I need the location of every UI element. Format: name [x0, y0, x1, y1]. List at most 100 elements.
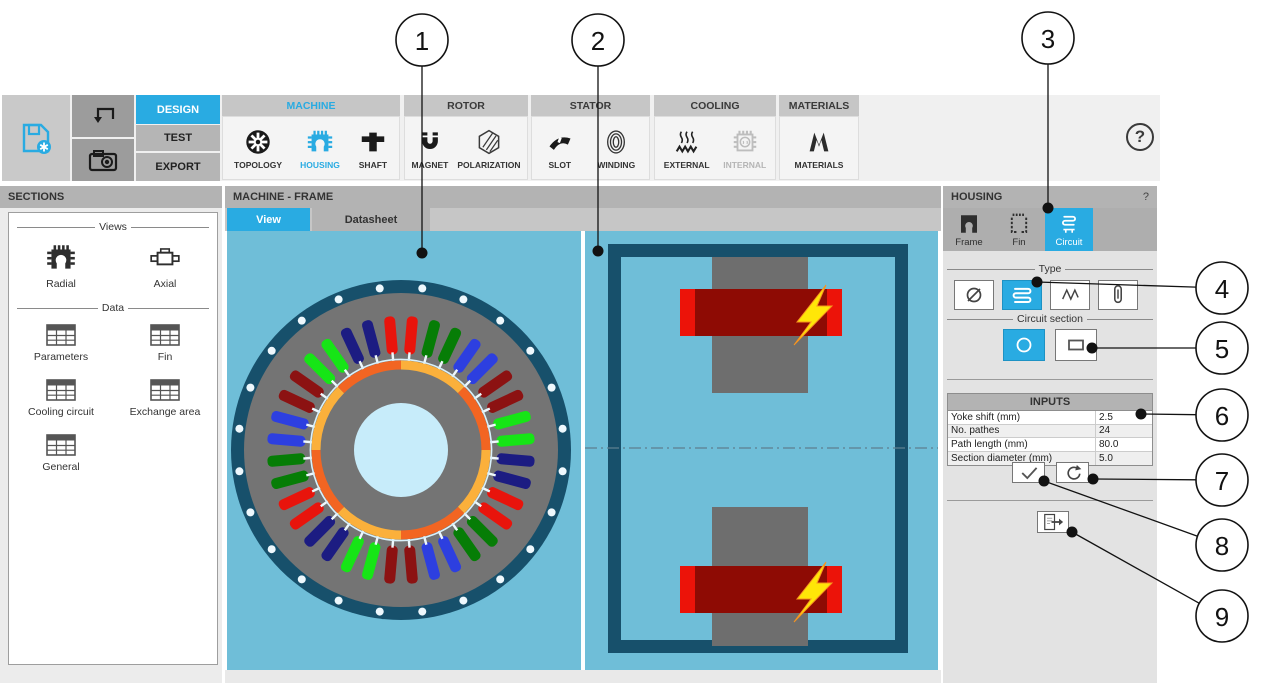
apply-button[interactable] [1012, 462, 1045, 483]
tab-datasheet[interactable]: Datasheet [312, 208, 430, 231]
data-item-general[interactable]: General [13, 432, 109, 473]
rect-section-icon [1068, 339, 1084, 351]
ribbon-item-label: SHAFT [358, 160, 388, 170]
ribbon-item-label: MATERIALS [794, 160, 844, 170]
table-row: Yoke shift (mm) 2.5 [948, 411, 1152, 425]
mode-tab-test[interactable]: TEST [136, 125, 220, 151]
housing-icon [305, 126, 335, 158]
export-report-button[interactable] [1037, 511, 1069, 533]
type-button-serpentine[interactable] [1002, 280, 1042, 310]
help-button[interactable]: ? [1126, 123, 1154, 151]
circle-section-icon [1016, 337, 1032, 353]
svg-text:8: 8 [1215, 531, 1229, 561]
screenshot-button[interactable] [72, 139, 134, 181]
camera-icon [88, 150, 118, 172]
data-item-fin[interactable]: Fin [117, 322, 213, 363]
materials-icon [804, 126, 834, 158]
housing-tab-frame[interactable]: Frame [945, 208, 993, 251]
axial-view-pane[interactable] [585, 231, 938, 670]
shaft-icon [358, 126, 388, 158]
save-button[interactable] [2, 95, 70, 181]
magnet-icon [416, 126, 444, 158]
input-value-path-length[interactable]: 80.0 [1096, 438, 1152, 451]
circuit-section-label: Circuit section [1017, 313, 1083, 325]
wave-icon [1062, 288, 1079, 301]
housing-tab-fin[interactable]: Fin [995, 208, 1043, 251]
no-circuit-icon [966, 287, 982, 303]
data-label: Data [101, 302, 125, 314]
ribbon-group-cooling: COOLING EXTERNAL INTERNAL [654, 95, 776, 180]
type-button-wave[interactable] [1050, 280, 1090, 310]
data-item-label: Parameters [33, 351, 89, 363]
ribbon-item-topology[interactable]: TOPOLOGY [234, 126, 282, 170]
axial-machine-figure [585, 244, 938, 653]
sections-panel-body: Views Radial Axial Data Parameters Fin C… [8, 212, 218, 665]
data-item-label: General [42, 461, 80, 473]
svg-text:1: 1 [415, 26, 429, 56]
view-item-radial[interactable]: Radial [13, 241, 109, 290]
housing-tab-label: Frame [955, 236, 983, 248]
housing-tab-circuit[interactable]: Circuit [1045, 208, 1093, 251]
data-item-parameters[interactable]: Parameters [13, 322, 109, 363]
ribbon-item-shaft[interactable]: SHAFT [358, 126, 388, 170]
table-icon [46, 379, 76, 401]
section-button-circular[interactable] [1003, 329, 1045, 361]
data-item-cooling-circuit[interactable]: Cooling circuit [13, 377, 109, 418]
canvas-bottom-strip [225, 670, 941, 683]
type-button-none[interactable] [954, 280, 994, 310]
ribbon-item-internal-cooling[interactable]: INTERNAL [723, 126, 766, 170]
mode-tab-design[interactable]: DESIGN [136, 95, 220, 124]
internal-cooling-icon [730, 126, 760, 158]
group-title: ROTOR [404, 95, 528, 116]
reset-button[interactable] [1056, 462, 1089, 483]
winding-icon [602, 126, 630, 158]
input-value-yoke-shift[interactable]: 2.5 [1096, 411, 1152, 424]
radial-view-pane[interactable] [227, 231, 581, 670]
view-item-axial[interactable]: Axial [117, 241, 213, 290]
view-item-label: Radial [46, 278, 76, 290]
data-item-label: Cooling circuit [28, 406, 94, 418]
group-title: STATOR [531, 95, 650, 116]
input-label-no-pathes: No. pathes [948, 424, 1096, 437]
axial-pipe-icon [1114, 285, 1122, 304]
sections-panel-title: SECTIONS [0, 186, 222, 208]
frame-icon [961, 214, 977, 233]
undo-button[interactable] [72, 95, 134, 137]
input-value-no-pathes[interactable]: 24 [1096, 425, 1152, 438]
svg-text:6: 6 [1215, 401, 1229, 431]
circuit-section-separator: Circuit section [947, 313, 1154, 325]
input-value-section-diameter[interactable]: 5.0 [1096, 452, 1152, 466]
housing-help-button[interactable]: ? [1143, 191, 1149, 203]
type-button-axial-pipe[interactable] [1098, 280, 1138, 310]
svg-text:4: 4 [1215, 274, 1229, 304]
table-icon [46, 434, 76, 456]
ribbon-item-magnet[interactable]: MAGNET [411, 126, 449, 170]
input-label-path-length: Path length (mm) [948, 438, 1096, 451]
serpentine-icon [1012, 287, 1032, 303]
polarization-icon [475, 126, 503, 158]
ribbon-item-winding[interactable]: WINDING [597, 126, 635, 170]
svg-text:3: 3 [1041, 24, 1055, 54]
svg-text:2: 2 [591, 26, 605, 56]
machine-view-tabbar: View Datasheet [225, 208, 941, 231]
table-icon [46, 324, 76, 346]
ribbon-item-materials[interactable]: MATERIALS [794, 126, 844, 170]
ribbon-item-external-cooling[interactable]: EXTERNAL [664, 126, 710, 170]
radial-view-icon [47, 245, 75, 269]
ribbon-item-label: EXTERNAL [663, 160, 710, 170]
housing-tab-label: Fin [1012, 236, 1026, 248]
ribbon-group-stator: STATOR SLOT WINDING [531, 95, 650, 180]
type-separator: Type [947, 263, 1154, 275]
ribbon-item-label: MAGNET [411, 160, 449, 170]
ribbon-item-slot[interactable]: SLOT [546, 126, 574, 170]
ribbon-item-housing[interactable]: HOUSING [300, 126, 340, 170]
mode-tab-export[interactable]: EXPORT [136, 153, 220, 181]
tab-view[interactable]: View [227, 208, 310, 231]
topology-icon [243, 126, 273, 158]
ribbon-item-label: TOPOLOGY [234, 160, 283, 170]
ribbon-item-polarization[interactable]: POLARIZATION [457, 126, 520, 170]
radial-machine-figure [231, 280, 571, 620]
data-separator: Data [17, 302, 209, 314]
data-item-exchange-area[interactable]: Exchange area [117, 377, 213, 418]
section-button-rectangular[interactable] [1055, 329, 1097, 361]
